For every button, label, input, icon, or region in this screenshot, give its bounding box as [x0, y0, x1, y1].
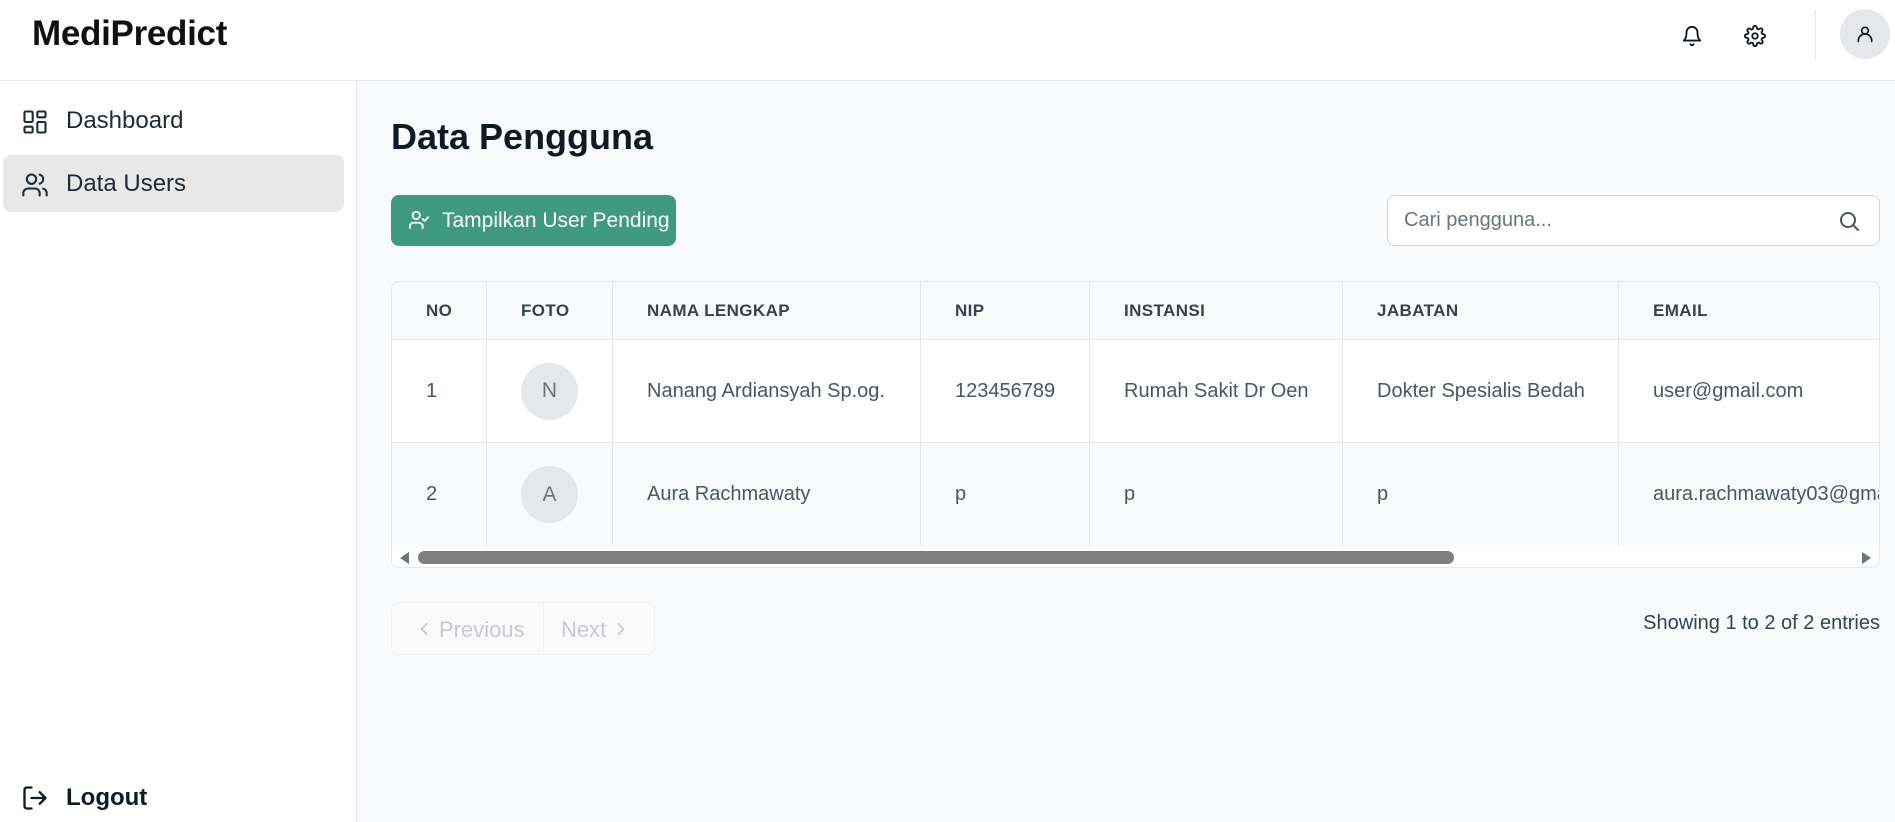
entries-summary: Showing 1 to 2 of 2 entries: [1643, 612, 1880, 634]
show-pending-users-button[interactable]: Tampilkan User Pending: [391, 195, 676, 246]
column-header-nama-lengkap: NAMA LENGKAP: [613, 282, 921, 339]
logout-label: Logout: [66, 784, 148, 811]
notifications-button[interactable]: [1674, 18, 1710, 54]
user-icon: [1857, 26, 1873, 43]
chevron-left-icon: [420, 623, 428, 635]
column-header-foto: FOTO: [487, 282, 613, 339]
search-input[interactable]: [1404, 196, 1824, 245]
column-header-email: EMAIL: [1653, 300, 1708, 320]
table-header-row: NO FOTO NAMA LENGKAP NIP INSTANSI JABATA…: [392, 282, 1879, 340]
logout-icon: [23, 786, 47, 810]
cell-nama-lengkap: Nanang Ardiansyah Sp.og.: [613, 340, 921, 442]
cell-no: 2: [392, 443, 487, 546]
cell-email: user@gmail.com: [1653, 379, 1804, 402]
previous-label: Previous: [439, 617, 525, 642]
gear-icon: [1744, 25, 1766, 47]
column-header-instansi: INSTANSI: [1090, 282, 1343, 339]
next-page-button[interactable]: Next: [544, 603, 655, 654]
cell-instansi: p: [1090, 443, 1343, 546]
cell-nip: 123456789: [921, 340, 1090, 442]
scroll-right-arrow-icon[interactable]: [1862, 552, 1871, 564]
user-check-icon: [408, 210, 430, 230]
column-header-jabatan: JABATAN: [1343, 282, 1619, 339]
settings-button[interactable]: [1737, 18, 1773, 54]
cell-email: aura.rachmawaty03@gmail.com: [1653, 483, 1879, 505]
avatar: N: [521, 362, 578, 420]
header-divider: [1815, 10, 1816, 60]
cell-jabatan: p: [1343, 443, 1619, 546]
horizontal-scrollbar[interactable]: [392, 546, 1879, 567]
column-header-nip: NIP: [921, 282, 1090, 339]
user-menu-button[interactable]: [1840, 9, 1890, 59]
sidebar-item-dashboard[interactable]: Dashboard: [3, 92, 344, 149]
page-title: Data Pengguna: [391, 116, 654, 157]
cell-foto: N: [487, 340, 613, 442]
show-pending-users-label: Tampilkan User Pending: [442, 209, 670, 232]
search-box: [1387, 195, 1880, 246]
scrollbar-thumb[interactable]: [418, 551, 1454, 564]
chevron-right-icon: [617, 623, 625, 635]
table-row[interactable]: 1 N Nanang Ardiansyah Sp.og. 123456789 R…: [392, 340, 1879, 443]
sidebar-item-label: Data Users: [66, 169, 187, 197]
cell-foto: A: [487, 443, 613, 546]
column-header-no: NO: [392, 282, 487, 339]
next-label: Next: [561, 617, 607, 642]
cell-no: 1: [392, 340, 487, 442]
cell-nip: p: [921, 443, 1090, 546]
top-header: MediPredict: [0, 0, 1895, 81]
avatar: A: [521, 466, 578, 523]
previous-page-button[interactable]: Previous: [392, 603, 544, 654]
cell-instansi: Rumah Sakit Dr Oen: [1090, 340, 1343, 442]
users-table: NO FOTO NAMA LENGKAP NIP INSTANSI JABATA…: [391, 281, 1880, 568]
cell-jabatan: Dokter Spesialis Bedah: [1343, 340, 1619, 442]
cell-nama-lengkap: Aura Rachmawaty: [613, 443, 921, 546]
sidebar-item-data-users[interactable]: Data Users: [3, 155, 344, 212]
bell-icon: [1682, 26, 1702, 47]
scroll-left-arrow-icon[interactable]: [400, 552, 409, 564]
table-row[interactable]: 2 A Aura Rachmawaty p p p aura.rachmawat…: [392, 443, 1879, 546]
pagination: Previous Next: [391, 602, 655, 655]
search-icon[interactable]: [1837, 209, 1861, 233]
dashboard-grid-icon: [23, 110, 47, 134]
sidebar-item-label: Dashboard: [66, 106, 184, 134]
logout-button[interactable]: Logout: [3, 772, 344, 822]
sidebar: Dashboard Data Users Logout: [0, 81, 357, 822]
app-logo: MediPredict: [32, 14, 228, 53]
users-icon: [22, 173, 48, 197]
